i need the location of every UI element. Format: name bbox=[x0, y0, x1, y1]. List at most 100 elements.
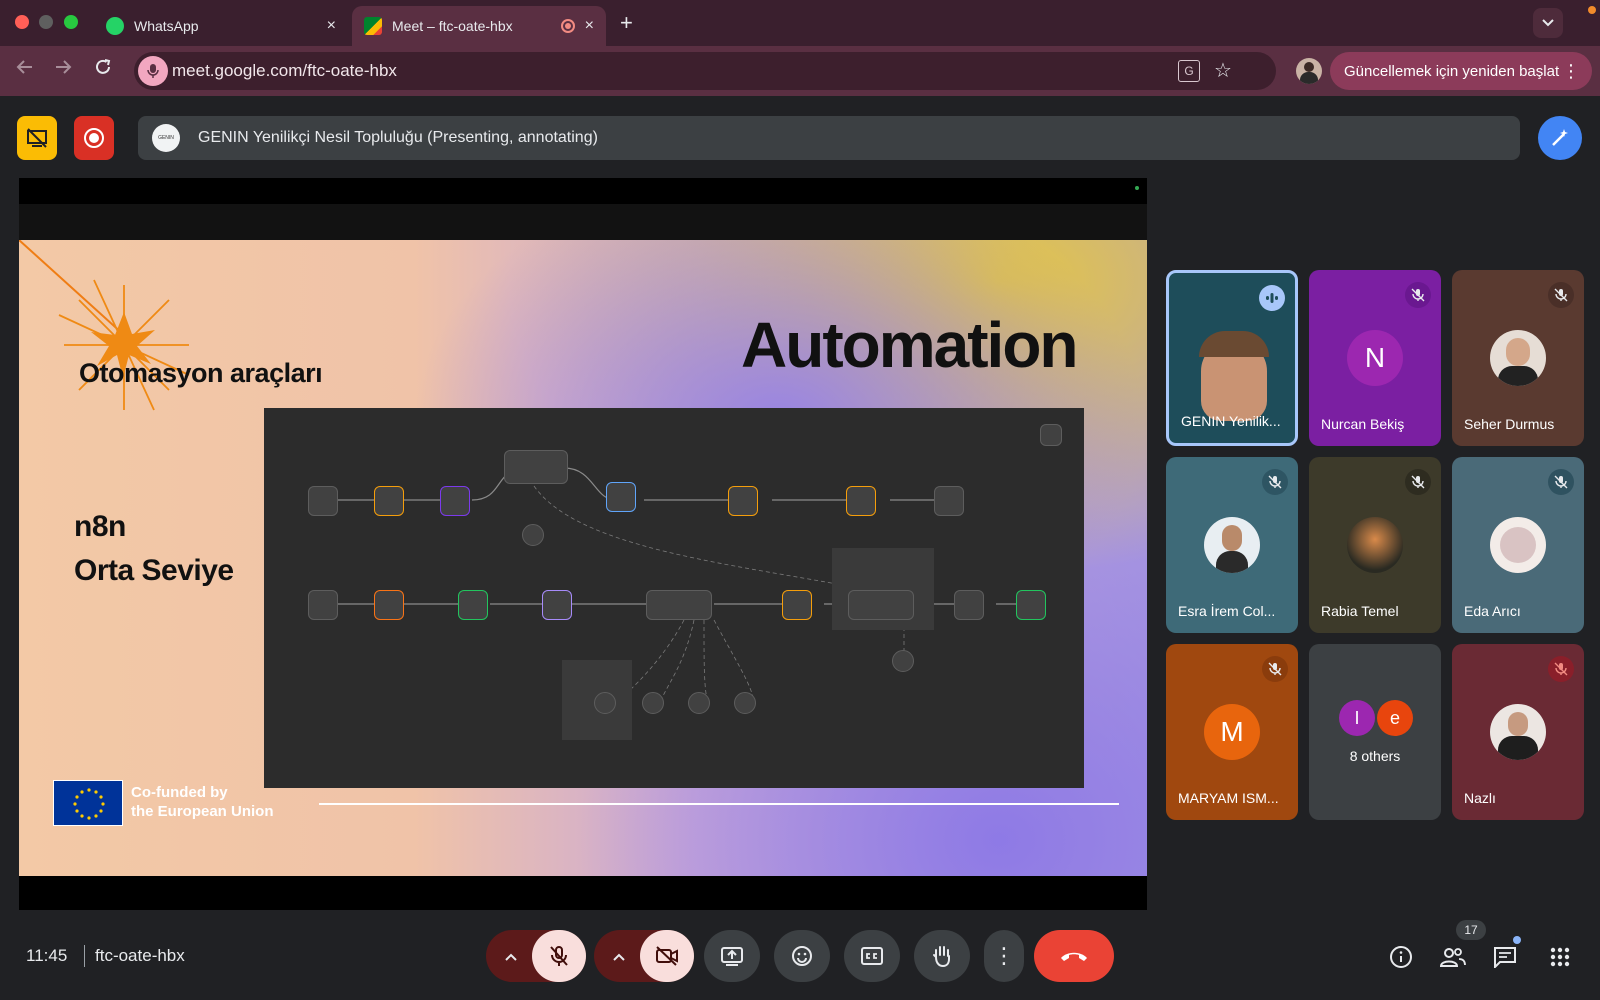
participant-tile[interactable]: Nazlı bbox=[1452, 644, 1584, 820]
more-options-button[interactable]: ⋮ bbox=[984, 930, 1024, 982]
participant-name: Esra İrem Col... bbox=[1178, 603, 1276, 619]
close-tab-icon[interactable]: × bbox=[327, 17, 336, 35]
raise-hand-button[interactable] bbox=[914, 930, 970, 982]
translate-icon[interactable]: G bbox=[1178, 60, 1200, 82]
meeting-time: 11:45 bbox=[26, 946, 68, 965]
separator bbox=[84, 945, 85, 967]
participant-tile[interactable]: Esra İrem Col... bbox=[1166, 457, 1298, 633]
participant-avatar: e bbox=[1377, 700, 1413, 736]
mic-off-icon bbox=[1548, 469, 1574, 495]
profile-avatar[interactable] bbox=[1296, 58, 1322, 84]
presenter-banner: GENIN GENIN Yenilikçi Nesil Topluluğu (P… bbox=[138, 116, 1520, 160]
participant-tile[interactable]: N Nurcan Bekiş bbox=[1309, 270, 1441, 446]
reactions-button[interactable] bbox=[774, 930, 830, 982]
minimize-window-button[interactable] bbox=[39, 15, 53, 29]
address-bar[interactable]: meet.google.com/ftc-oate-hbx G ☆ bbox=[134, 52, 1276, 90]
participant-tile[interactable]: GENIN Yenilik... bbox=[1166, 270, 1298, 446]
workflow-node bbox=[734, 692, 756, 714]
mic-off-icon bbox=[550, 946, 568, 966]
participant-tile[interactable]: Rabia Temel bbox=[1309, 457, 1441, 633]
people-button[interactable] bbox=[1438, 942, 1468, 972]
workflow-node bbox=[522, 524, 544, 546]
ai-assist-button[interactable] bbox=[1538, 116, 1582, 160]
mic-toggle-button[interactable] bbox=[532, 930, 586, 982]
workflow-node bbox=[1016, 590, 1046, 620]
participant-name: Eda Arıcı bbox=[1464, 603, 1521, 619]
mic-off-icon bbox=[1262, 656, 1288, 682]
mic-off-icon bbox=[1548, 656, 1574, 682]
workflow-node bbox=[606, 482, 636, 512]
captions-button[interactable] bbox=[844, 930, 900, 982]
mic-options-button[interactable] bbox=[498, 944, 524, 970]
forward-button[interactable] bbox=[50, 58, 76, 82]
update-restart-label: Güncellemek için yeniden başlat bbox=[1344, 62, 1560, 80]
google-meet-icon bbox=[364, 17, 382, 35]
meeting-details-button[interactable] bbox=[1386, 942, 1416, 972]
browser-tab-bar: WhatsApp × Meet – ftc-oate-hbx × + bbox=[0, 0, 1600, 46]
workflow-node bbox=[374, 486, 404, 516]
workflow-node bbox=[542, 590, 572, 620]
videocam-off-icon bbox=[656, 946, 678, 966]
tab-meet[interactable]: Meet – ftc-oate-hbx × bbox=[352, 6, 606, 46]
microphone-permission-icon[interactable] bbox=[138, 56, 168, 86]
bookmark-star-icon[interactable]: ☆ bbox=[1214, 58, 1232, 83]
new-tab-button[interactable]: + bbox=[620, 10, 633, 36]
chat-notification-dot bbox=[1513, 936, 1521, 944]
meeting-code: ftc-oate-hbx bbox=[95, 946, 185, 965]
close-window-button[interactable] bbox=[15, 15, 29, 29]
close-tab-icon[interactable]: × bbox=[585, 17, 594, 35]
back-button[interactable] bbox=[12, 58, 38, 82]
participant-avatar bbox=[1204, 517, 1260, 573]
tab-title: WhatsApp bbox=[134, 18, 199, 34]
tab-whatsapp[interactable]: WhatsApp × bbox=[94, 6, 348, 46]
chevron-down-icon bbox=[1542, 19, 1554, 27]
eu-line1: Co-funded by bbox=[131, 784, 228, 801]
workflow-node bbox=[848, 590, 914, 620]
closed-captions-icon bbox=[861, 947, 883, 965]
participant-tile[interactable]: M MARYAM ISM... bbox=[1166, 644, 1298, 820]
participant-avatar bbox=[1347, 517, 1403, 573]
participant-name: GENIN Yenilik... bbox=[1181, 413, 1281, 429]
tab-search-button[interactable] bbox=[1533, 8, 1563, 38]
camera-toggle-button[interactable] bbox=[640, 930, 694, 982]
chat-button[interactable] bbox=[1490, 942, 1520, 972]
recording-button[interactable] bbox=[74, 116, 114, 160]
workflow-node bbox=[892, 650, 914, 672]
apps-grid-icon bbox=[1550, 947, 1570, 967]
participant-name: Rabia Temel bbox=[1321, 603, 1399, 619]
reload-button[interactable] bbox=[90, 58, 116, 82]
stop-presenting-indicator[interactable] bbox=[17, 116, 57, 160]
leave-call-button[interactable] bbox=[1034, 930, 1114, 982]
present-to-all-icon bbox=[721, 947, 743, 966]
workflow-node bbox=[594, 692, 616, 714]
mic-off-icon bbox=[1548, 282, 1574, 308]
arrow-right-icon bbox=[56, 60, 72, 74]
update-restart-button[interactable]: Güncellemek için yeniden başlat ⋮ bbox=[1330, 52, 1592, 90]
canvas-control-button bbox=[1040, 424, 1062, 446]
camera-options-button[interactable] bbox=[606, 944, 632, 970]
workflow-node bbox=[954, 590, 984, 620]
maximize-window-button[interactable] bbox=[64, 15, 78, 29]
arrow-left-icon bbox=[16, 60, 32, 74]
others-count: 8 others bbox=[1349, 748, 1401, 764]
participant-avatar bbox=[1490, 517, 1546, 573]
participant-tile[interactable]: Seher Durmus bbox=[1452, 270, 1584, 446]
participant-avatar bbox=[1490, 330, 1546, 386]
slide-level: Orta Seviye bbox=[74, 554, 234, 587]
participant-tile[interactable]: Eda Arıcı bbox=[1452, 457, 1584, 633]
present-screen-button[interactable] bbox=[704, 930, 760, 982]
chevron-up-icon bbox=[613, 953, 625, 961]
activities-button[interactable] bbox=[1545, 942, 1575, 972]
eu-flag-logo bbox=[53, 780, 123, 826]
workflow-node bbox=[688, 692, 710, 714]
whatsapp-icon bbox=[106, 17, 124, 35]
workflow-node bbox=[308, 486, 338, 516]
presentation-off-icon bbox=[27, 128, 47, 148]
workflow-screenshot bbox=[264, 408, 1084, 788]
others-tile[interactable]: I e 8 others bbox=[1309, 644, 1441, 820]
chevron-up-icon bbox=[505, 953, 517, 961]
participant-avatar: I bbox=[1339, 700, 1375, 736]
participant-avatar: N bbox=[1347, 330, 1403, 386]
workflow-node bbox=[934, 486, 964, 516]
workflow-node bbox=[782, 590, 812, 620]
